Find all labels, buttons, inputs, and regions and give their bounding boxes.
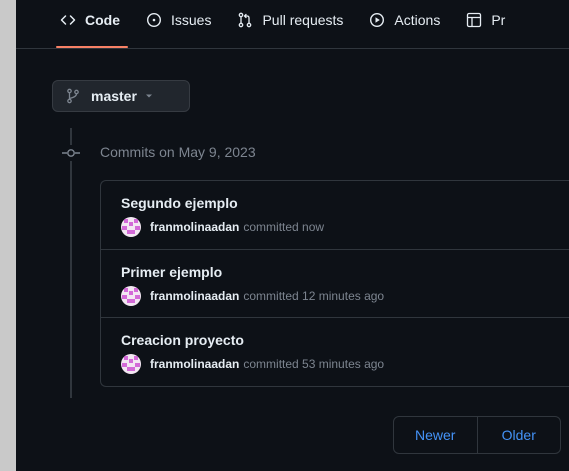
tab-code[interactable]: Code (56, 0, 128, 48)
avatar[interactable] (121, 354, 141, 374)
avatar[interactable] (121, 285, 141, 306)
tab-label: Pr (491, 12, 506, 28)
commit-title-link[interactable]: Primer ejemplo (121, 264, 569, 280)
avatar[interactable] (121, 217, 141, 237)
commit-meta: franmolinaadan committed now (121, 217, 569, 237)
commits-date-heading: Commits on May 9, 2023 (100, 144, 256, 160)
tab-label: Actions (394, 12, 441, 28)
commit-meta: franmolinaadan committed 12 minutes ago (121, 285, 569, 306)
commit-list: Segundo ejemplo franmolinaadan committed… (100, 180, 569, 387)
tab-label: Code (85, 12, 120, 28)
git-commit-icon (62, 145, 80, 161)
git-branch-icon (65, 88, 81, 104)
branch-label: master (91, 88, 137, 104)
commit-author-link[interactable]: franmolinaadan (150, 357, 239, 371)
commit-author-link[interactable]: franmolinaadan (150, 220, 239, 234)
tab-label: Issues (171, 12, 212, 28)
tab-pull-requests[interactable]: Pull requests (237, 0, 343, 48)
branch-select-button[interactable]: master (52, 80, 190, 112)
commits-page: Code Issues Pull requests Actions Pr mas… (16, 0, 569, 471)
timeline-line (70, 128, 72, 398)
table-icon (466, 12, 482, 28)
commit-meta: franmolinaadan committed 53 minutes ago (121, 354, 569, 374)
tab-issues[interactable]: Issues (146, 0, 211, 48)
commit-title-link[interactable]: Segundo ejemplo (121, 195, 569, 211)
issue-icon (146, 12, 162, 28)
code-icon (60, 12, 76, 28)
tab-projects[interactable]: Pr (466, 0, 505, 48)
older-button[interactable]: Older (476, 417, 561, 453)
newer-button[interactable]: Newer (394, 417, 477, 453)
tab-actions[interactable]: Actions (369, 0, 440, 48)
tab-label: Pull requests (262, 12, 344, 28)
list-item: Creacion proyecto franmolinaadan committ… (101, 318, 569, 387)
list-item: Segundo ejemplo franmolinaadan committed… (101, 181, 569, 250)
commit-time: committed 53 minutes ago (243, 357, 385, 371)
list-item: Primer ejemplo franmolinaadan committed … (101, 250, 569, 318)
commit-time: committed now (243, 220, 325, 234)
pull-request-icon (237, 12, 253, 28)
commit-title-link[interactable]: Creacion proyecto (121, 332, 569, 348)
pagination: Newer Older (393, 416, 561, 454)
commit-author-link[interactable]: franmolinaadan (150, 289, 239, 303)
repo-nav: Code Issues Pull requests Actions Pr (16, 0, 569, 49)
play-icon (369, 12, 385, 28)
window-left-edge (0, 0, 16, 471)
commit-time: committed 12 minutes ago (243, 288, 385, 303)
chevron-down-icon (145, 92, 153, 100)
